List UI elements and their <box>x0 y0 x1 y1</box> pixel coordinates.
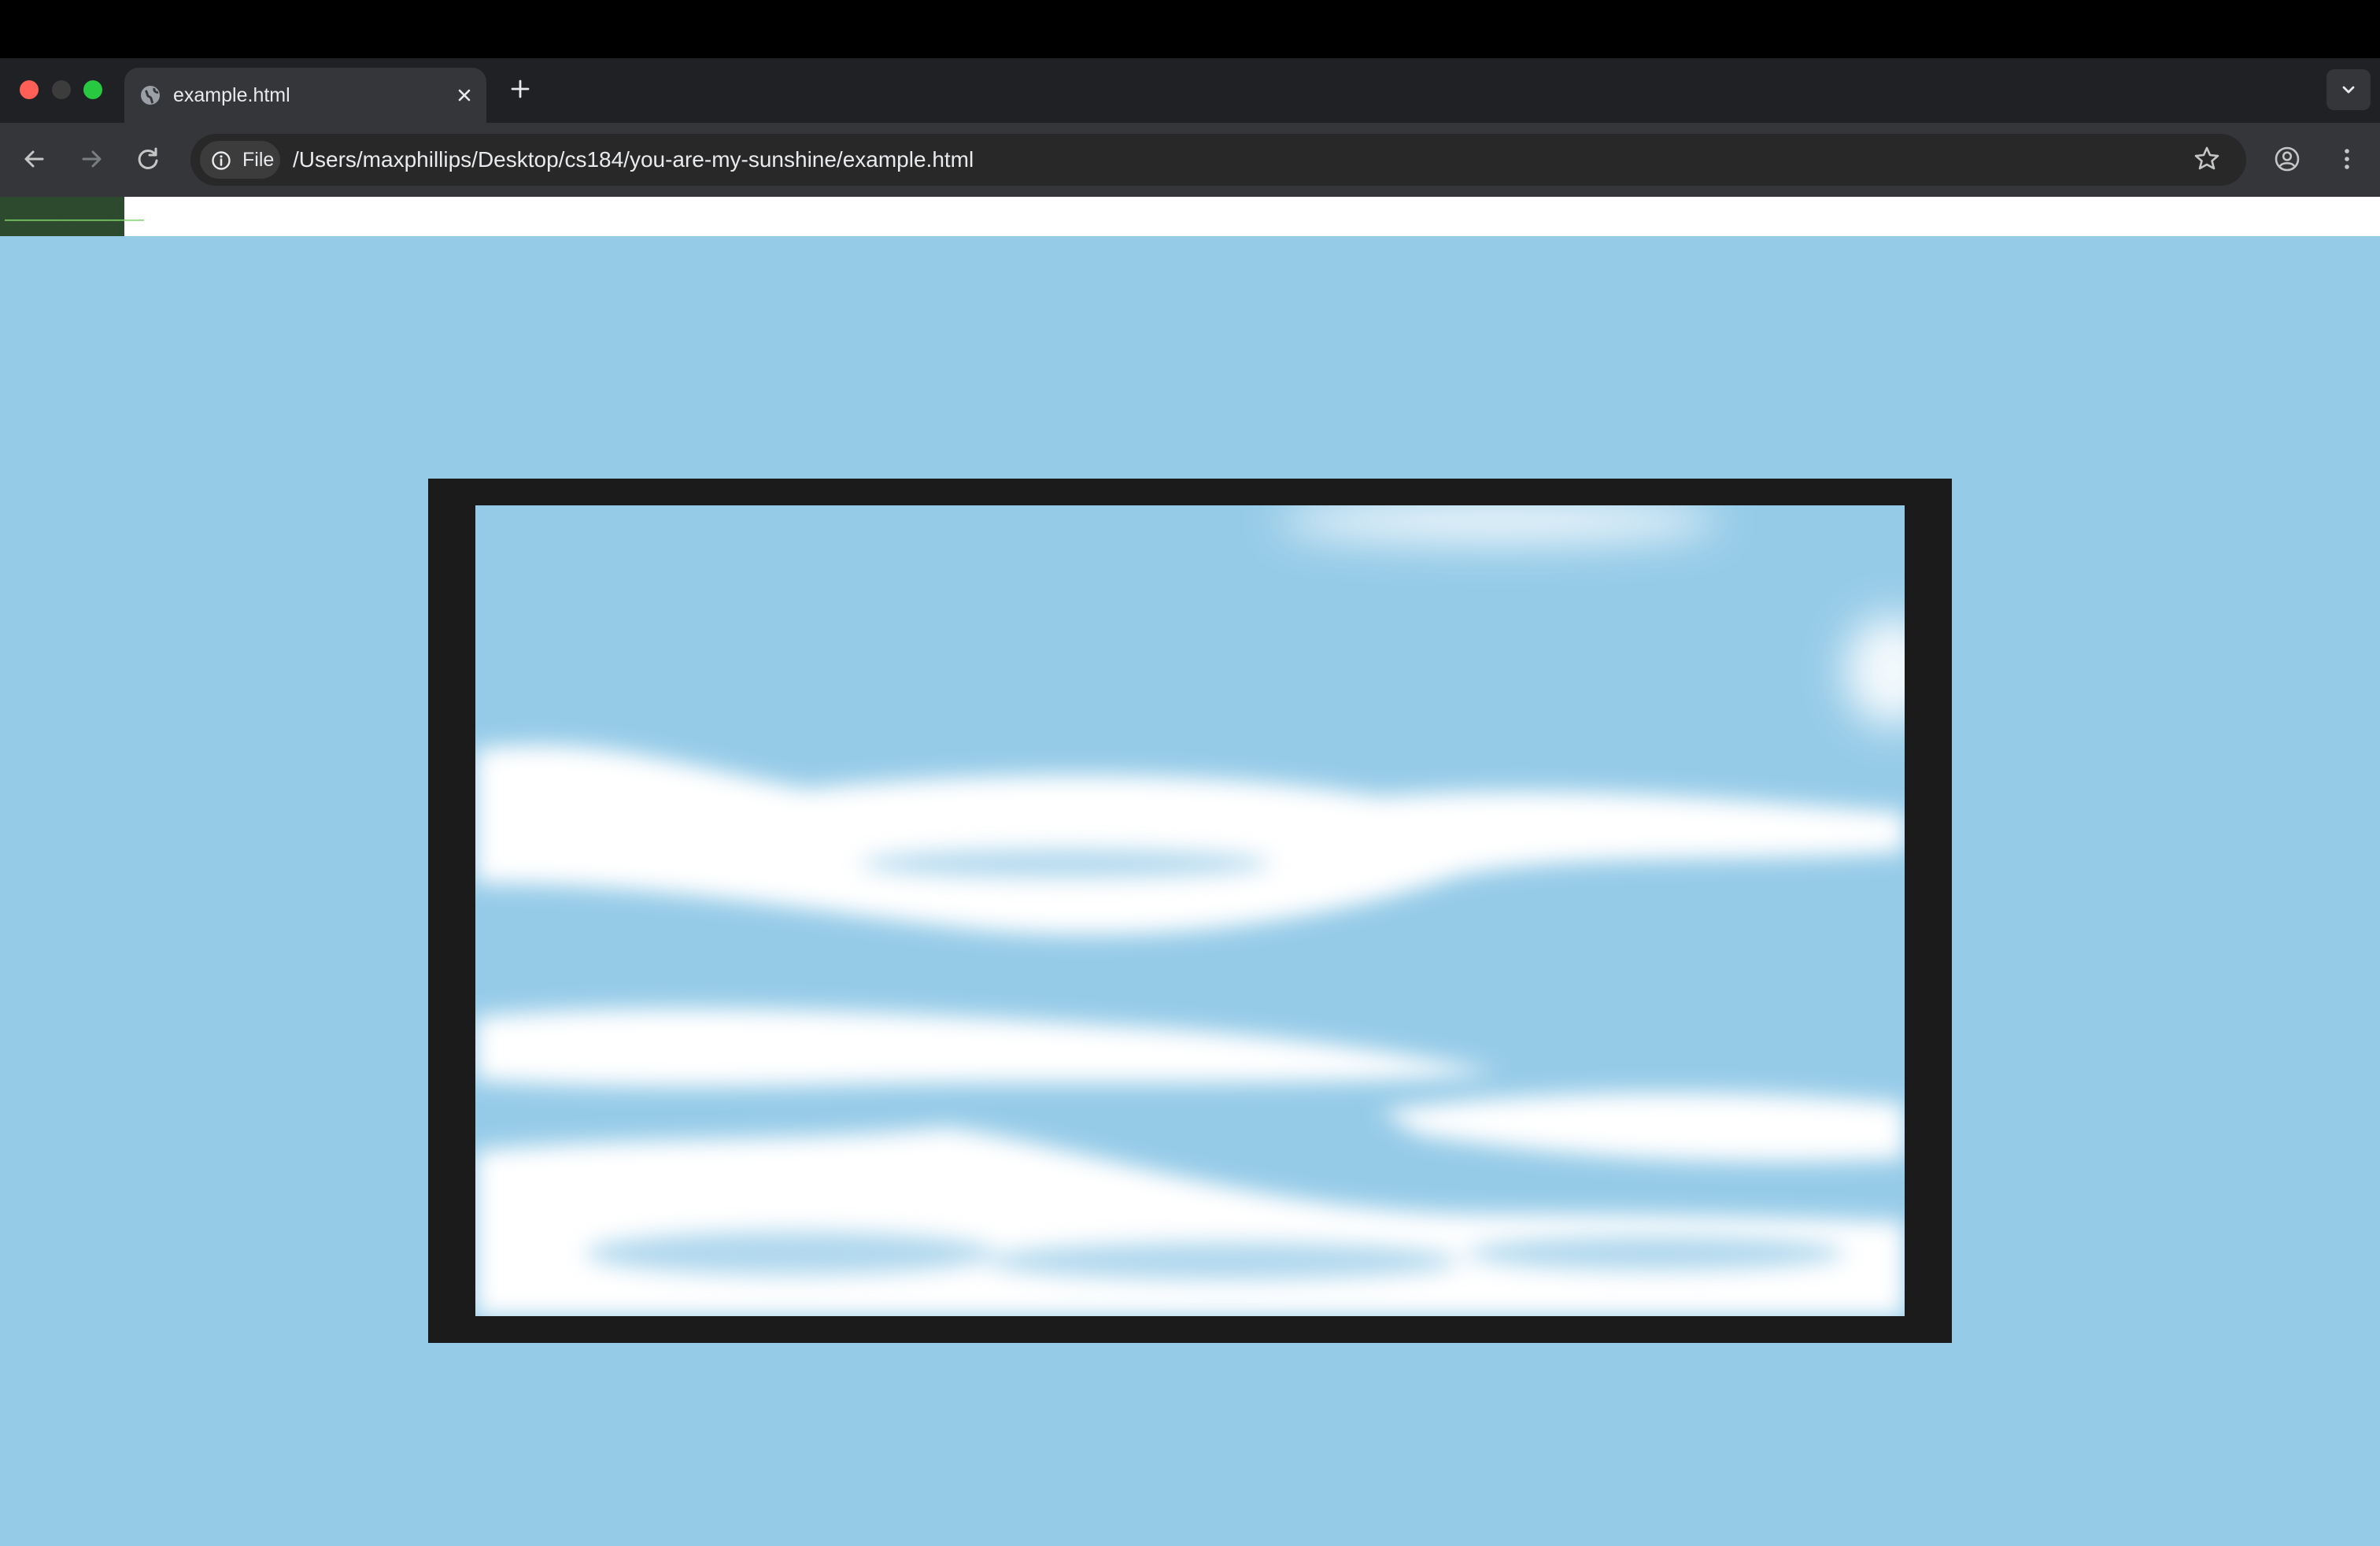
os-menu-bar <box>0 0 2380 58</box>
globe-icon <box>139 83 162 107</box>
window-minimize-button[interactable] <box>52 80 71 99</box>
plus-icon[interactable] <box>508 77 532 101</box>
close-icon[interactable] <box>453 84 475 106</box>
star-icon[interactable] <box>2191 143 2223 175</box>
url-text[interactable]: /Users/maxphillips/Desktop/cs184/you-are… <box>293 146 974 173</box>
address-bar[interactable]: File /Users/maxphillips/Desktop/cs184/yo… <box>190 134 2246 186</box>
cloud-canvas[interactable] <box>475 505 1905 1316</box>
site-info-chip[interactable]: File <box>200 141 280 179</box>
info-icon <box>212 151 231 170</box>
window-maximize-button[interactable] <box>83 80 102 99</box>
cloud-image <box>475 505 1905 1316</box>
debug-widget-link[interactable]: ▁▁▁▁▁▁▁▁▁▁▁▁▁▁▁▁▁▁▁▁▁▁▁ <box>5 213 144 221</box>
tab-title: example.html <box>173 84 290 106</box>
back-arrow-icon[interactable] <box>19 143 50 175</box>
forward-arrow-icon[interactable] <box>76 143 107 175</box>
tab-example-html[interactable]: example.html <box>124 68 486 123</box>
profile-icon[interactable] <box>2271 143 2303 175</box>
page-top-strip <box>0 197 2380 236</box>
page-debug-widget[interactable]: ▁▁▁▁▁▁▁▁▁▁▁▁▁▁▁▁▁▁▁▁▁▁▁ <box>0 197 144 236</box>
tab-search-button[interactable] <box>2326 69 2371 110</box>
scheme-label: File <box>242 149 275 171</box>
window-close-button[interactable] <box>20 80 39 99</box>
chevron-down-icon <box>2338 79 2360 101</box>
kebab-menu-icon[interactable] <box>2331 143 2363 175</box>
reload-icon[interactable] <box>132 143 164 175</box>
